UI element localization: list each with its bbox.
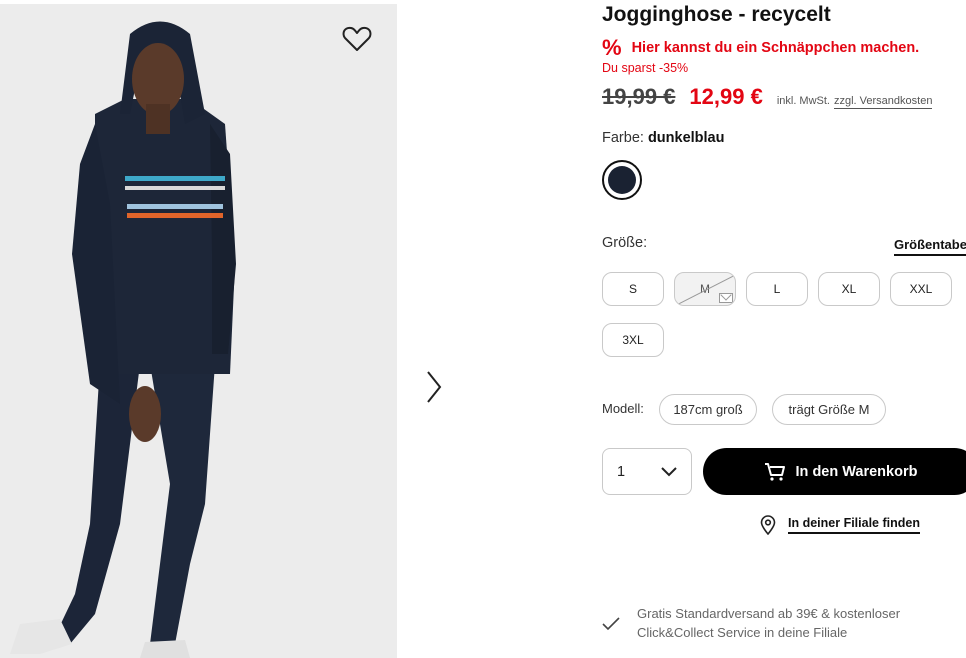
shipping-text: Gratis Standardversand ab 39€ & kostenlo… <box>637 606 901 640</box>
quantity-select[interactable]: 1 <box>602 448 692 495</box>
deal-banner: % Hier kannst du ein Schnäppchen machen. <box>602 37 919 59</box>
size-table-link[interactable]: Größentabe <box>894 237 966 256</box>
wishlist-button[interactable] <box>342 26 376 58</box>
old-price: 19,99 € <box>602 84 676 109</box>
price-row: 19,99 € 12,99 € inkl. MwSt. zzgl. Versan… <box>602 84 933 110</box>
store-finder-link[interactable]: In deiner Filiale finden <box>760 515 920 535</box>
model-photo-illustration <box>0 4 397 658</box>
size-option-xxl[interactable]: XXL <box>890 272 952 306</box>
model-label: Modell: <box>602 401 644 416</box>
chevron-right-icon <box>427 371 442 403</box>
size-option-s[interactable]: S <box>602 272 664 306</box>
mail-icon <box>719 293 733 303</box>
size-label: Größe: <box>602 235 648 251</box>
heart-icon <box>342 26 372 51</box>
quantity-value: 1 <box>617 463 626 480</box>
color-label: Farbe: dunkelblau <box>602 130 724 146</box>
shipping-info: Gratis Standardversand ab 39€ & kostenlo… <box>602 604 937 642</box>
product-title: Jogginghose - recycelt <box>602 3 831 26</box>
size-option-m-soldout[interactable]: M <box>674 272 736 306</box>
chevron-down-icon <box>661 466 677 476</box>
tax-note: inkl. MwSt. <box>776 95 830 107</box>
add-to-cart-label: In den Warenkorb <box>795 463 918 480</box>
add-to-cart-button[interactable]: In den Warenkorb <box>703 448 966 495</box>
sale-price: 12,99 € <box>689 84 763 109</box>
swatch-fill <box>608 166 636 194</box>
size-option-xl[interactable]: XL <box>818 272 880 306</box>
location-pin-icon <box>760 515 776 535</box>
color-label-text: Farbe: <box>602 130 648 146</box>
deal-text: Hier kannst du ein Schnäppchen machen. <box>631 40 920 56</box>
color-swatch-dunkelblau[interactable] <box>602 160 642 200</box>
check-icon <box>602 617 620 631</box>
percent-icon: % <box>602 35 622 60</box>
next-image-button[interactable] <box>420 368 448 406</box>
size-option-3xl[interactable]: 3XL <box>602 323 664 357</box>
model-size-chip: trägt Größe M <box>772 394 886 425</box>
shipping-costs-link[interactable]: zzgl. Versandkosten <box>834 95 933 109</box>
cart-icon <box>764 462 785 481</box>
savings-text: Du sparst -35% <box>602 61 689 75</box>
model-height-chip: 187cm groß <box>659 394 757 425</box>
size-option-l[interactable]: L <box>746 272 808 306</box>
color-value: dunkelblau <box>647 130 725 146</box>
product-image <box>0 4 397 658</box>
store-finder-label: In deiner Filiale finden <box>788 516 920 534</box>
